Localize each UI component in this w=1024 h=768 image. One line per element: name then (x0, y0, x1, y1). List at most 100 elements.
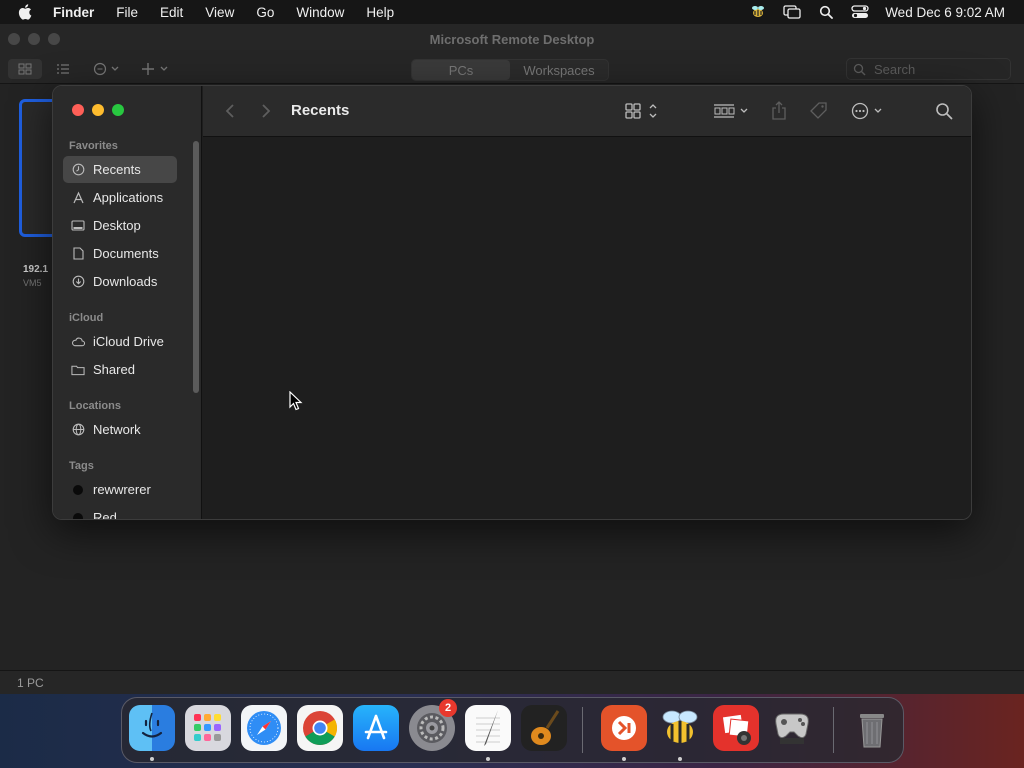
menu-edit[interactable]: Edit (160, 5, 183, 20)
sidebar-item-label: Applications (93, 190, 164, 205)
menu-view[interactable]: View (205, 5, 234, 20)
chevron-left-icon (225, 104, 234, 118)
mouse-cursor (289, 390, 303, 416)
sidebar-item-documents[interactable]: Documents (63, 240, 177, 267)
grid-view-icon (18, 63, 32, 75)
trash-icon[interactable] (849, 705, 895, 751)
list-view-button[interactable] (54, 59, 72, 79)
menu-bar: Finder File Edit View Go Window Help Wed… (0, 0, 1024, 24)
sidebar-item-label: Network (93, 422, 141, 437)
search-button[interactable] (935, 101, 953, 121)
remote-desktop-window-controls (8, 33, 60, 45)
tag-icon (810, 102, 827, 119)
chrome-icon[interactable] (297, 705, 343, 751)
control-center-icon[interactable] (851, 3, 869, 21)
sidebar-item-desktop[interactable]: Desktop (63, 212, 177, 239)
running-indicator (622, 757, 626, 761)
sidebar-item-applications[interactable]: Applications (63, 184, 177, 211)
running-indicator (486, 757, 490, 761)
spotlight-search-icon[interactable] (817, 3, 835, 21)
dock-separator (833, 707, 834, 753)
sidebar-item-label: Shared (93, 362, 135, 377)
remote-desktop-search-field[interactable]: Search (846, 58, 1011, 80)
sidebar-item-downloads[interactable]: Downloads (63, 268, 177, 295)
finder-window: Favorites Recents Applications Desktop D… (52, 85, 972, 520)
finder-toolbar: Recents (203, 86, 971, 137)
share-button[interactable] (771, 101, 787, 121)
remote-desktop-title: Microsoft Remote Desktop (429, 31, 595, 47)
sidebar-item-shared[interactable]: Shared (63, 356, 177, 383)
launchpad-icon[interactable] (185, 705, 231, 751)
remote-desktop-toolbar: PCs Workspaces Search (0, 54, 1024, 84)
remote-desktop-status-bar: 1 PC (0, 670, 1024, 694)
game-controller-icon[interactable] (769, 705, 815, 751)
finder-minimize-button[interactable] (92, 104, 104, 116)
menu-help[interactable]: Help (366, 5, 394, 20)
tag-button[interactable] (809, 101, 829, 121)
pcs-workspaces-segmented-control: PCs Workspaces (411, 59, 609, 81)
running-indicator (150, 757, 154, 761)
group-icon (714, 104, 748, 118)
shared-folder-icon (71, 363, 85, 377)
menu-window[interactable]: Window (296, 5, 344, 20)
globe-icon (71, 423, 85, 437)
window-title: Recents (291, 102, 350, 119)
sidebar-item-network[interactable]: Network (63, 416, 177, 443)
textedit-icon[interactable] (465, 705, 511, 751)
applications-icon (71, 191, 85, 205)
remote-desktop-icon[interactable] (601, 705, 647, 751)
finder-close-button[interactable] (72, 104, 84, 116)
sidebar-item-label: Documents (93, 246, 159, 261)
screen-mirroring-icon[interactable] (783, 3, 801, 21)
download-icon (71, 275, 85, 289)
search-placeholder: Search (874, 61, 916, 77)
finder-icon[interactable] (129, 705, 175, 751)
desktop-icon (71, 219, 85, 233)
share-icon (772, 101, 786, 120)
sidebar-item-label: Recents (93, 162, 141, 177)
settings-menu-button[interactable] (90, 59, 124, 79)
menu-app-name[interactable]: Finder (53, 5, 94, 20)
sidebar-item-label: Desktop (93, 218, 141, 233)
zoom-button[interactable] (48, 33, 60, 45)
finder-zoom-button[interactable] (112, 104, 124, 116)
apple-logo-icon[interactable] (17, 3, 35, 21)
sidebar-item-label: iCloud Drive (93, 334, 164, 349)
close-button[interactable] (8, 33, 20, 45)
favorites-header: Favorites (69, 140, 118, 152)
sidebar-scrollbar[interactable] (193, 141, 199, 393)
grid-view-button[interactable] (8, 59, 42, 79)
safari-icon[interactable] (241, 705, 287, 751)
plus-icon (142, 63, 168, 75)
add-button[interactable] (140, 59, 172, 79)
cloud-icon (71, 335, 85, 349)
app-store-icon[interactable] (353, 705, 399, 751)
search-icon (936, 103, 953, 120)
system-settings-icon[interactable]: 2 (409, 699, 457, 751)
tag-color-dot (71, 511, 85, 519)
forward-button[interactable] (261, 101, 271, 121)
sidebar-item-recents[interactable]: Recents (63, 156, 177, 183)
photo-booth-icon[interactable] (713, 705, 759, 751)
action-button[interactable] (851, 101, 887, 121)
sidebar-item-tag-red[interactable]: Red (63, 504, 177, 519)
minimize-button[interactable] (28, 33, 40, 45)
finder-content: Recents (203, 86, 971, 519)
group-button[interactable] (713, 101, 751, 121)
bee-menu-icon[interactable] (749, 3, 767, 21)
locations-header: Locations (69, 400, 121, 412)
view-mode-button[interactable] (625, 101, 661, 121)
sidebar-item-icloud-drive[interactable]: iCloud Drive (63, 328, 177, 355)
finder-sidebar: Favorites Recents Applications Desktop D… (53, 86, 202, 519)
bee-app-icon[interactable] (657, 705, 703, 751)
tags-header: Tags (69, 460, 94, 472)
menu-go[interactable]: Go (256, 5, 274, 20)
tab-pcs[interactable]: PCs (412, 60, 510, 80)
pc-name[interactable]: 192.1 (23, 264, 48, 275)
menu-file[interactable]: File (116, 5, 138, 20)
sidebar-item-tag-rewwrerer[interactable]: rewwrerer (63, 476, 177, 503)
back-button[interactable] (225, 101, 235, 121)
garageband-icon[interactable] (521, 705, 567, 751)
menu-clock[interactable]: Wed Dec 6 9:02 AM (885, 5, 1005, 20)
tab-workspaces[interactable]: Workspaces (510, 60, 608, 80)
